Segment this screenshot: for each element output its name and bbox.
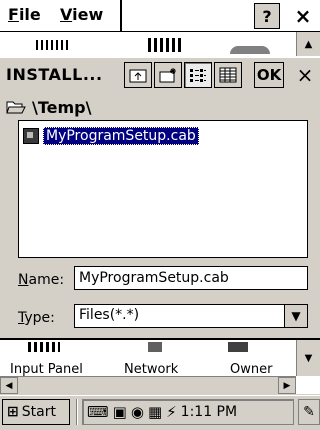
list-view-button[interactable] [184,62,212,88]
cp-item-owner[interactable]: Owner [230,362,272,377]
menu-divider [120,0,122,32]
keyboard-icon[interactable]: ⌨ [87,403,109,421]
windows-logo-icon: ⊞ [7,404,19,420]
cab-file-icon [23,128,39,144]
up-folder-button[interactable] [124,62,152,88]
connection-icon[interactable]: ◉ [131,403,144,421]
chevron-down-icon[interactable]: ▼ [284,305,307,327]
system-tray: ⌨ ▣ ◉ ▦ ⚡ 1:11 PM [82,399,294,425]
help-button[interactable]: ? [254,3,280,29]
new-folder-button[interactable] [154,62,182,88]
menu-view[interactable]: View [60,5,103,24]
name-label-accel: N [18,272,29,288]
details-view-icon [219,67,237,83]
file-list[interactable]: MyProgramSetup.cab [18,120,308,258]
cp-item-input-panel[interactable]: Input Panel [10,362,83,377]
menu-file-accel: F [8,5,19,24]
clock[interactable]: 1:11 PM [181,404,237,420]
name-label-rest: ame: [28,272,65,288]
bg-item-icon [148,38,182,52]
scroll-right-icon[interactable]: ▶ [278,377,296,394]
dialog-close-button[interactable]: × [292,62,318,88]
owner-icon [228,342,248,352]
menu-view-rest: iew [72,5,104,24]
bg-item-icon [230,46,270,54]
type-label-rest: ype: [24,310,55,326]
menu-file-rest: ile [18,5,41,24]
show-desktop-icon[interactable]: ✎ [298,399,320,425]
start-button[interactable]: ⊞ Start [2,399,70,425]
dialog-title: INSTALL... [6,65,103,84]
type-select[interactable]: Files(*.*) [74,304,308,328]
ok-button[interactable]: OK [254,62,284,88]
close-button[interactable]: × [290,3,316,29]
taskbar-divider [76,399,78,425]
list-item[interactable]: MyProgramSetup.cab [23,127,199,145]
power-icon[interactable]: ⚡ [166,403,177,421]
up-folder-icon [129,69,147,83]
menu-view-accel: V [60,5,73,24]
details-view-button[interactable] [214,62,242,88]
name-label: Name: [18,272,64,288]
open-folder-icon [6,101,26,114]
scroll-left-icon[interactable]: ◀ [0,377,18,394]
bg-item-icon [36,40,70,50]
network-icon [148,342,162,352]
scroll-up-icon[interactable]: ▲ [296,32,320,56]
start-label: Start [21,404,56,420]
input-panel-icon [28,342,60,352]
path-row: \Temp\ [6,96,91,118]
type-label: Type: [18,310,55,326]
type-select-value: Files(*.*) [79,307,140,323]
scroll-down-icon[interactable]: ▼ [296,340,320,376]
horizontal-scrollbar[interactable] [0,376,296,394]
list-view-icon [190,69,206,82]
file-name: MyProgramSetup.cab [43,127,199,145]
network-tray-icon[interactable]: ▣ [113,403,127,421]
current-path: \Temp\ [32,97,92,117]
name-input[interactable] [74,266,308,290]
new-folder-icon [159,68,176,83]
input-icon[interactable]: ▦ [148,403,162,421]
menu-file[interactable]: File [8,5,41,24]
cp-item-network[interactable]: Network [124,362,178,377]
